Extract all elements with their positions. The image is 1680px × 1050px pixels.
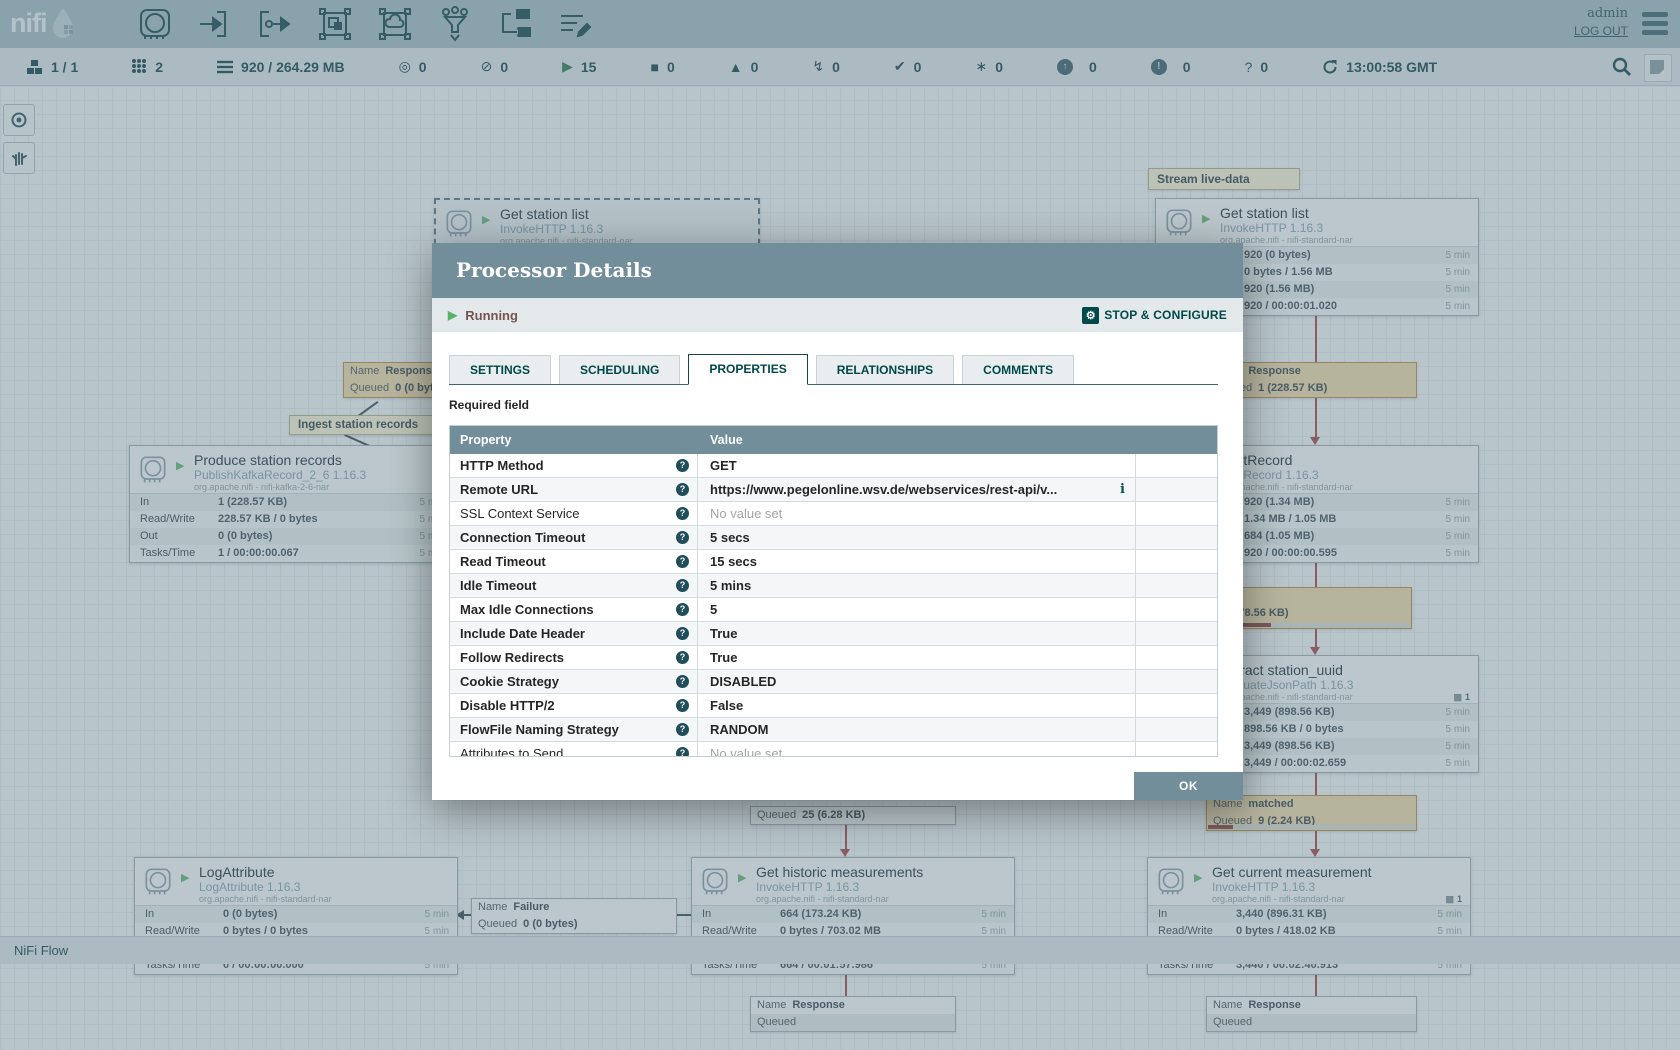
tab-relationships[interactable]: RELATIONSHIPS (816, 355, 954, 384)
help-icon[interactable]: ? (676, 459, 689, 472)
required-field-note: Required field (449, 398, 529, 412)
dialog-title: Processor Details (432, 243, 1243, 298)
property-row: Disable HTTP/2? False (450, 694, 1217, 718)
nifi-app: nifi (0, 0, 1680, 1050)
property-value: No value set (698, 742, 1136, 756)
properties-table: Property Value HTTP Method? GET Remote U… (449, 425, 1218, 757)
dialog-status-bar: ▶ Running ⚙ STOP & CONFIGURE (432, 298, 1243, 332)
processor-details-dialog: Processor Details ▶ Running ⚙ STOP & CON… (432, 243, 1243, 800)
help-icon[interactable]: ? (676, 747, 689, 756)
help-icon[interactable]: ? (676, 675, 689, 688)
property-row: SSL Context Service? No value set (450, 502, 1217, 526)
property-row: Follow Redirects? True (450, 646, 1217, 670)
help-icon[interactable]: ? (676, 651, 689, 664)
property-row: Remote URL? https://www.pegelonline.wsv.… (450, 478, 1217, 502)
property-value: False (698, 694, 1136, 717)
running-status-text: Running (465, 308, 518, 323)
help-icon[interactable]: ? (676, 603, 689, 616)
property-column-header: Property (460, 426, 511, 454)
info-icon[interactable]: i (1120, 478, 1125, 501)
gear-icon: ⚙ (1082, 307, 1099, 324)
help-icon[interactable]: ? (676, 627, 689, 640)
property-value: 5 mins (698, 574, 1136, 597)
properties-table-header: Property Value (450, 426, 1217, 454)
property-value: 5 (698, 598, 1136, 621)
help-icon[interactable]: ? (676, 723, 689, 736)
property-value: https://www.pegelonline.wsv.de/webservic… (698, 478, 1136, 501)
property-value: DISABLED (698, 670, 1136, 693)
tab-scheduling[interactable]: SCHEDULING (559, 355, 680, 384)
running-status-icon: ▶ (448, 308, 457, 322)
stop-and-configure-button[interactable]: ⚙ STOP & CONFIGURE (1082, 307, 1227, 324)
dialog-header: Processor Details (432, 243, 1243, 298)
properties-table-body: HTTP Method? GET Remote URL? https://www… (450, 454, 1217, 756)
property-row: Idle Timeout? 5 mins (450, 574, 1217, 598)
property-row: HTTP Method? GET (450, 454, 1217, 478)
help-icon[interactable]: ? (676, 555, 689, 568)
property-row: FlowFile Naming Strategy? RANDOM (450, 718, 1217, 742)
property-row: Include Date Header? True (450, 622, 1217, 646)
property-value: 15 secs (698, 550, 1136, 573)
property-row: Read Timeout? 15 secs (450, 550, 1217, 574)
help-icon[interactable]: ? (676, 579, 689, 592)
property-value: 5 secs (698, 526, 1136, 549)
ok-button[interactable]: OK (1134, 772, 1243, 800)
help-icon[interactable]: ? (676, 507, 689, 520)
property-value: No value set (698, 502, 1136, 525)
tab-properties[interactable]: PROPERTIES (688, 354, 807, 385)
property-value: True (698, 646, 1136, 669)
property-row: Cookie Strategy? DISABLED (450, 670, 1217, 694)
dialog-tabs: SETTINGS SCHEDULING PROPERTIES RELATIONSHIP… (449, 354, 1218, 385)
property-value: True (698, 622, 1136, 645)
property-row: Connection Timeout? 5 secs (450, 526, 1217, 550)
property-value: RANDOM (698, 718, 1136, 741)
property-row: Max Idle Connections? 5 (450, 598, 1217, 622)
property-value: GET (698, 454, 1136, 477)
help-icon[interactable]: ? (676, 483, 689, 496)
value-column-header: Value (710, 426, 743, 454)
property-row: Attributes to Send? No value set (450, 742, 1217, 756)
tab-settings[interactable]: SETTINGS (449, 355, 551, 384)
help-icon[interactable]: ? (676, 531, 689, 544)
tab-comments[interactable]: COMMENTS (962, 355, 1074, 384)
help-icon[interactable]: ? (676, 699, 689, 712)
